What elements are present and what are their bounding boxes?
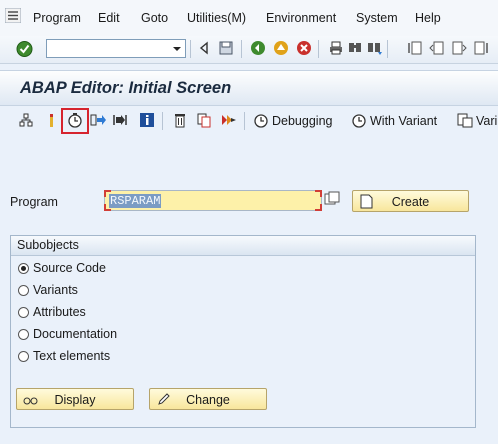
radio-documentation[interactable] <box>18 329 29 340</box>
toolbar-separator <box>318 40 319 58</box>
last-page-icon[interactable] <box>473 40 489 56</box>
command-field[interactable] <box>46 39 186 58</box>
variants-icon[interactable] <box>457 112 473 128</box>
sap-menu-icon[interactable] <box>5 8 21 23</box>
radio-label-documentation[interactable]: Documentation <box>33 327 117 341</box>
variants-button[interactable]: Vari <box>476 114 497 128</box>
toolbar-separator <box>162 112 163 130</box>
save-icon[interactable] <box>218 40 234 56</box>
radio-text-elements[interactable] <box>18 351 29 362</box>
find-icon[interactable] <box>347 40 363 56</box>
direct-processing-icon[interactable] <box>90 112 106 128</box>
green-back-icon[interactable] <box>250 40 266 56</box>
debugging-icon[interactable] <box>253 112 269 128</box>
rename-icon[interactable] <box>220 112 236 128</box>
with-variant-button[interactable]: With Variant <box>370 114 437 128</box>
menu-utilities[interactable]: Utilities(M) <box>187 11 246 25</box>
cancel-icon[interactable] <box>296 40 312 56</box>
object-list-icon[interactable] <box>18 112 34 128</box>
display-button[interactable]: Display <box>16 388 134 410</box>
toolbar-separator <box>244 112 245 130</box>
menu-program[interactable]: Program <box>33 11 81 25</box>
value-help-icon[interactable] <box>324 191 340 207</box>
highlight-box <box>61 108 89 134</box>
next-page-icon[interactable] <box>451 40 467 56</box>
display-button-label: Display <box>54 393 96 407</box>
field-corner <box>104 204 111 211</box>
menu-edit[interactable]: Edit <box>98 11 120 25</box>
background-icon[interactable] <box>112 112 128 128</box>
toolbar-separator <box>387 40 388 58</box>
field-corner <box>104 190 111 197</box>
subobjects-header <box>11 236 475 256</box>
page-title: ABAP Editor: Initial Screen <box>20 79 232 97</box>
field-corner <box>315 204 322 211</box>
find-next-icon[interactable] <box>366 40 382 56</box>
first-page-icon[interactable] <box>407 40 423 56</box>
menu-environment[interactable]: Environment <box>266 11 336 25</box>
create-button-label: Create <box>391 195 430 209</box>
menu-goto[interactable]: Goto <box>141 11 168 25</box>
toolbar-separator <box>241 40 242 58</box>
enter-icon[interactable] <box>15 40 34 58</box>
program-input[interactable]: RSPARAM <box>104 190 322 211</box>
change-button[interactable]: Change <box>149 388 267 410</box>
menu-help[interactable]: Help <box>415 11 441 25</box>
back-icon[interactable] <box>196 40 212 56</box>
where-used-icon[interactable] <box>44 112 60 128</box>
change-button-label: Change <box>186 393 230 407</box>
create-button[interactable]: Create <box>352 190 469 212</box>
radio-label-text-elements[interactable]: Text elements <box>33 349 110 363</box>
field-corner <box>315 190 322 197</box>
delete-icon[interactable] <box>172 112 188 128</box>
radio-attributes[interactable] <box>18 307 29 318</box>
copy-icon[interactable] <box>196 112 212 128</box>
radio-variants[interactable] <box>18 285 29 296</box>
with-variant-icon[interactable] <box>351 112 367 128</box>
radio-label-variants[interactable]: Variants <box>33 283 78 297</box>
chevron-down-icon[interactable] <box>170 40 184 57</box>
print-icon[interactable] <box>328 40 344 56</box>
program-label: Program <box>10 195 58 209</box>
subobjects-title: Subobjects <box>17 238 79 252</box>
program-value: RSPARAM <box>109 194 162 208</box>
previous-page-icon[interactable] <box>429 40 445 56</box>
radio-label-source-code[interactable]: Source Code <box>33 261 106 275</box>
exit-icon[interactable] <box>273 40 289 56</box>
info-icon[interactable] <box>139 112 155 128</box>
debugging-button[interactable]: Debugging <box>272 114 332 128</box>
toolbar-separator <box>190 40 191 58</box>
menu-system[interactable]: System <box>356 11 398 25</box>
radio-source-code[interactable] <box>18 263 29 274</box>
radio-label-attributes[interactable]: Attributes <box>33 305 86 319</box>
